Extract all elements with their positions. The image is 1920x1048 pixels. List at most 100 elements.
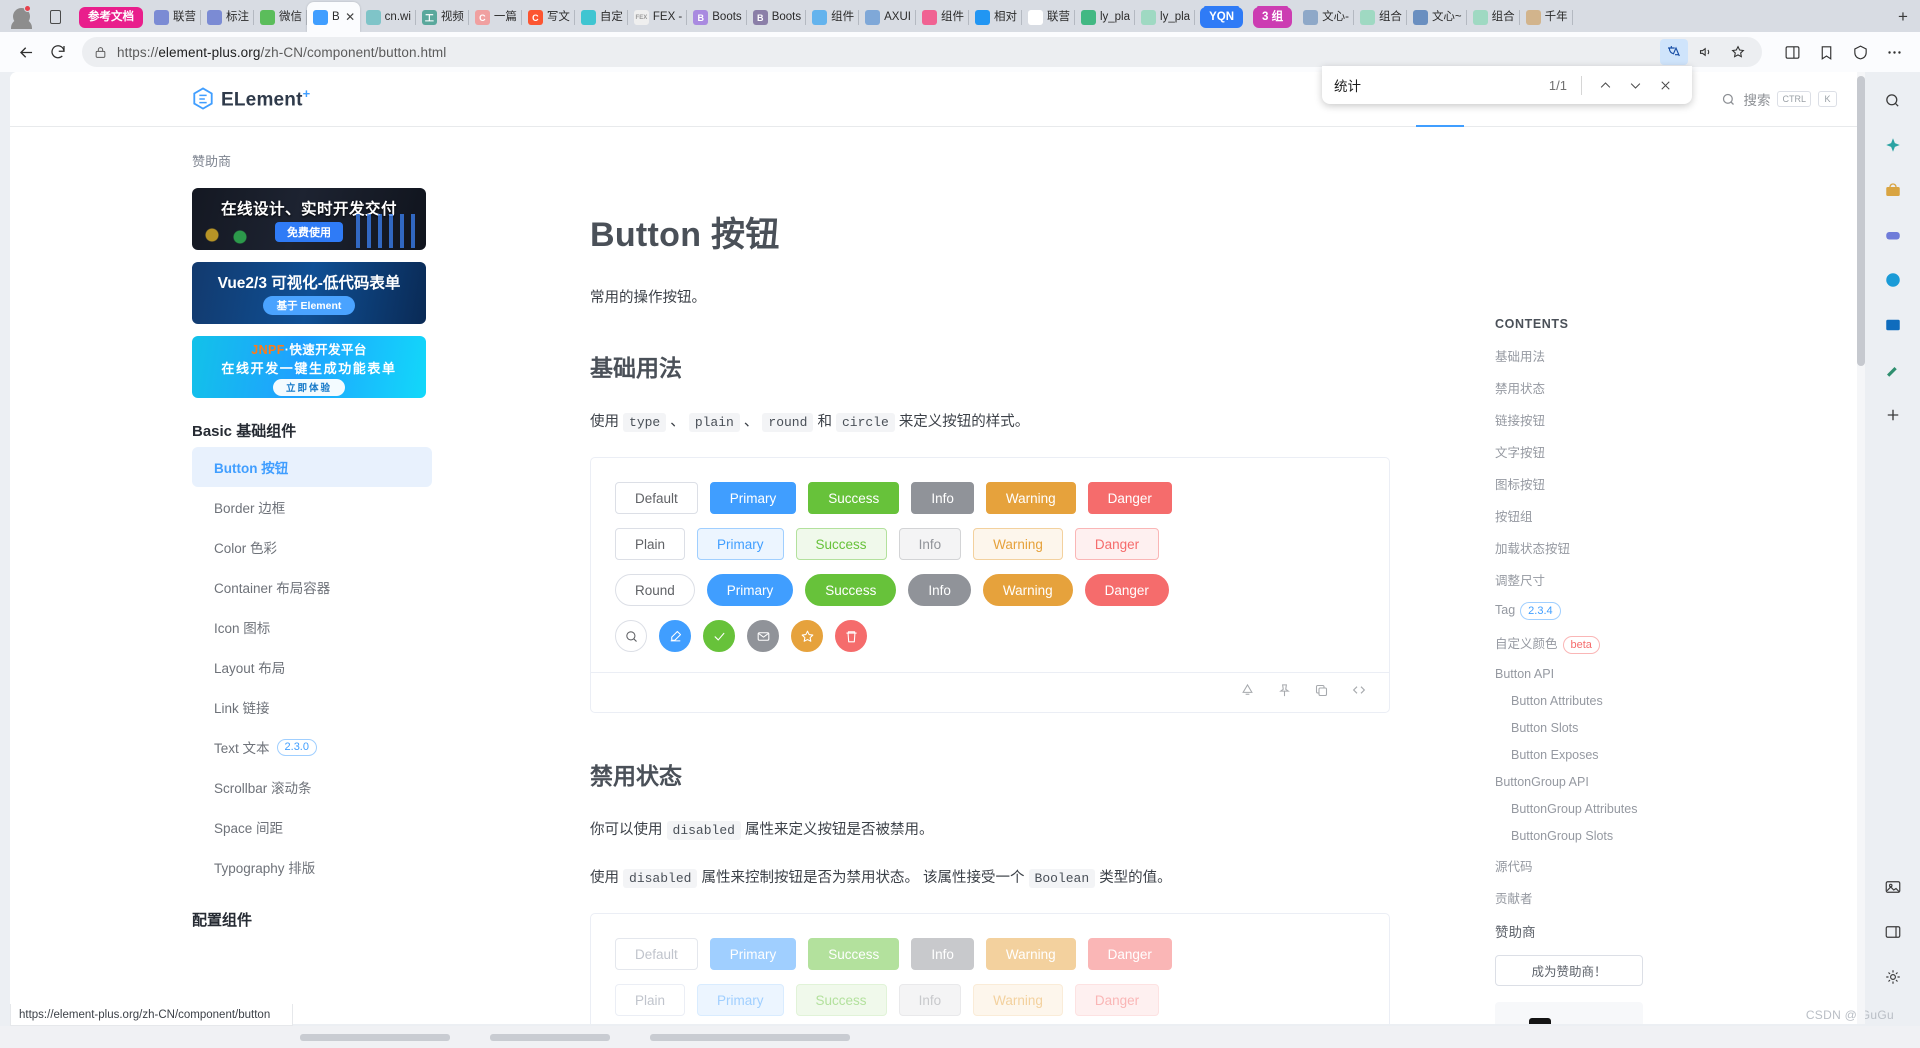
find-next-button[interactable] — [1620, 71, 1650, 99]
profile-button[interactable] — [6, 1, 36, 31]
sidebar-bing-icon[interactable] — [1879, 266, 1907, 294]
button-default[interactable]: Round — [615, 574, 695, 607]
button-info[interactable]: Info — [911, 482, 974, 515]
browser-tab[interactable]: 参考文档 — [79, 7, 143, 28]
browser-tab[interactable]: B Boots — [747, 3, 807, 32]
browser-tab[interactable]: FEX FEX - — [628, 3, 688, 32]
browser-tab[interactable]: 文心~ — [1407, 3, 1467, 32]
button-default[interactable]: Plain — [615, 528, 686, 561]
button-success[interactable]: Success — [795, 528, 887, 561]
ad-banner-1[interactable]: 在线设计、实时开发交付 免费使用 — [192, 188, 426, 250]
button-danger[interactable]: Danger — [1087, 482, 1172, 515]
browser-tab[interactable]: 工视频 — [416, 3, 469, 32]
button-info[interactable]: Info — [898, 528, 962, 561]
toc-link[interactable]: Button API — [1495, 667, 1865, 681]
sidebar-item-border[interactable]: Border 边框 — [192, 487, 432, 527]
reload-button[interactable] — [42, 36, 74, 68]
ad-banner-3[interactable]: JNPF·快速开发平台 在线开发一键生成功能表单 立即体验 — [192, 336, 426, 398]
browser-tab[interactable]: 联营 — [1022, 3, 1075, 32]
button-warning[interactable]: Warning — [982, 574, 1073, 607]
browser-tab[interactable]: cn.wi — [360, 3, 416, 32]
toc-link[interactable]: 贡献者 — [1495, 888, 1865, 907]
become-sponsor-button[interactable]: 成为赞助商！ — [1495, 955, 1643, 986]
browser-tab[interactable]: 组合 — [1354, 3, 1407, 32]
button-success[interactable]: Success — [805, 574, 897, 607]
settings-more-button[interactable] — [1878, 36, 1910, 68]
toc-link[interactable]: Tag 2.3.4 — [1495, 602, 1865, 620]
browser-tab[interactable]: 微信 — [254, 3, 307, 32]
sidebar-add-icon[interactable] — [1879, 401, 1907, 429]
sidebar-item-scrollbar[interactable]: Scrollbar 滚动条 — [192, 767, 432, 807]
new-tab-button[interactable]: + — [1890, 4, 1916, 30]
sidebar-image-icon[interactable] — [1879, 873, 1907, 901]
taskbar-item-2[interactable] — [490, 1033, 610, 1041]
sidebar-copilot-icon[interactable] — [1879, 131, 1907, 159]
browser-tab[interactable]: 组件 — [806, 3, 860, 32]
pin-icon[interactable] — [1277, 683, 1292, 703]
toc-link[interactable]: 禁用状态 — [1495, 378, 1865, 397]
taskbar-item-1[interactable] — [300, 1033, 450, 1041]
browser-tab[interactable]: YQN — [1200, 6, 1243, 28]
toc-link[interactable]: 源代码 — [1495, 856, 1865, 875]
toc-link[interactable]: Button Exposes — [1495, 748, 1865, 762]
circle-button-search-icon[interactable] — [615, 620, 647, 653]
browser-tab[interactable]: B ✕ — [307, 2, 360, 32]
toc-link[interactable]: ButtonGroup Slots — [1495, 829, 1865, 843]
favorite-icon[interactable] — [1724, 39, 1752, 65]
circle-button-delete-icon[interactable] — [835, 620, 867, 653]
browser-tab[interactable]: ly_pla — [1135, 3, 1196, 32]
taskbar-item-3[interactable] — [650, 1033, 850, 1041]
split-screen-button[interactable] — [1776, 36, 1808, 68]
toc-link[interactable]: 调整尺寸 — [1495, 570, 1865, 589]
vertical-tabs-button[interactable] — [42, 4, 68, 30]
read-aloud-icon[interactable] — [1692, 39, 1720, 65]
ad1-cta[interactable]: 免费使用 — [275, 221, 343, 242]
button-success[interactable]: Success — [808, 482, 900, 515]
find-close-button[interactable] — [1650, 71, 1680, 99]
toc-link[interactable]: ButtonGroup Attributes — [1495, 802, 1865, 816]
code-icon[interactable] — [1351, 682, 1367, 703]
toc-link[interactable]: 按钮组 — [1495, 506, 1865, 525]
circle-button-check-icon[interactable] — [703, 620, 735, 653]
browser-tab[interactable]: 3 组 — [1253, 6, 1293, 28]
sidebar-tools-icon[interactable] — [1879, 356, 1907, 384]
toc-link[interactable]: Button Attributes — [1495, 694, 1865, 708]
ad-banner-2[interactable]: Vue2/3 可视化-低代码表单 基于 Element — [192, 262, 426, 324]
site-search[interactable]: 搜索 CTRL K — [1721, 89, 1837, 109]
collections-button[interactable] — [1810, 36, 1842, 68]
toc-link[interactable]: 自定义颜色 beta — [1495, 633, 1865, 654]
url-input[interactable]: https://element-plus.org/zh-CN/component… — [82, 37, 1762, 67]
toc-link[interactable]: ButtonGroup API — [1495, 775, 1865, 789]
button-danger[interactable]: Danger — [1074, 528, 1160, 561]
browser-tab[interactable]: 文心- — [1297, 3, 1354, 32]
button-primary[interactable]: Primary — [709, 482, 797, 515]
back-button[interactable] — [10, 36, 42, 68]
copy-icon[interactable] — [1314, 683, 1329, 703]
sponsor-crmeb[interactable]: crmeb CRMEB — [1495, 1002, 1643, 1024]
find-query-input[interactable]: 统计 — [1334, 75, 1549, 95]
browser-tab[interactable]: B Boots — [687, 3, 747, 32]
sidebar-item-text[interactable]: Text 文本 2.3.0 — [192, 727, 432, 767]
sidebar-shopping-icon[interactable] — [1879, 176, 1907, 204]
sidebar-item-space[interactable]: Space 间距 — [192, 807, 432, 847]
browser-tab[interactable]: 组件 — [916, 3, 969, 32]
page-scrollbar-thumb[interactable] — [1857, 76, 1865, 366]
sidebar-settings-icon[interactable] — [1879, 963, 1907, 991]
button-primary[interactable]: Primary — [697, 528, 784, 561]
ad3-cta[interactable]: 立即体验 — [272, 378, 345, 396]
browser-tab[interactable]: C 写文 — [522, 3, 575, 32]
toc-link[interactable]: 文字按钮 — [1495, 442, 1865, 461]
browser-tab[interactable]: 千年 — [1520, 3, 1573, 32]
toc-link[interactable]: Button Slots — [1495, 721, 1865, 735]
translate-icon[interactable] — [1660, 39, 1688, 65]
ad2-cta[interactable]: 基于 Element — [262, 296, 356, 315]
browser-tab[interactable]: 联营 — [148, 3, 201, 32]
toc-link[interactable]: 链接按钮 — [1495, 410, 1865, 429]
sidebar-item-button[interactable]: Button 按钮 — [192, 447, 432, 487]
browser-tab[interactable]: 标注 — [201, 3, 254, 32]
sidebar-item-typography[interactable]: Typography 排版 — [192, 847, 432, 887]
button-warning[interactable]: Warning — [973, 528, 1063, 561]
circle-button-star-icon[interactable] — [791, 620, 823, 653]
button-warning[interactable]: Warning — [985, 482, 1076, 515]
browser-tab[interactable]: 自定 — [575, 3, 628, 32]
